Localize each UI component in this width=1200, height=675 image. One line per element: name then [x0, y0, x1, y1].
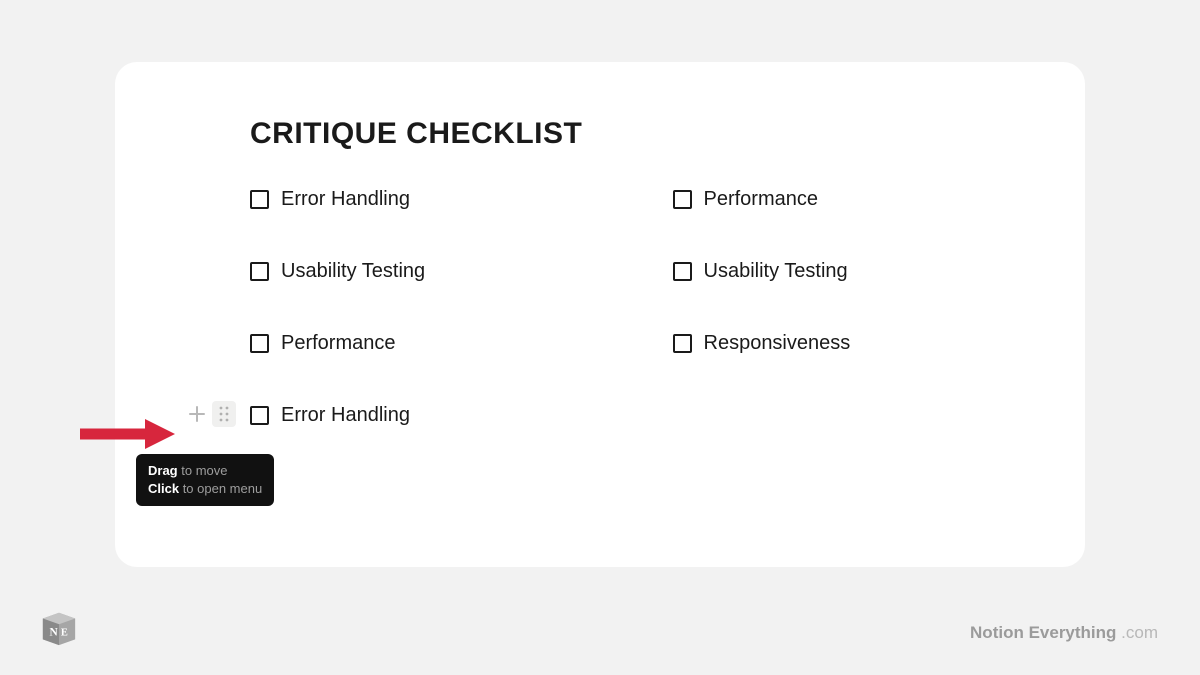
checkbox-icon[interactable] — [673, 190, 692, 209]
checkbox-icon[interactable] — [250, 190, 269, 209]
svg-text:E: E — [61, 628, 68, 639]
page-title: CRITIQUE CHECKLIST — [250, 117, 1085, 151]
checklist-item[interactable]: Error Handling — [250, 401, 663, 429]
checklist-label: Performance — [281, 332, 396, 355]
add-block-button[interactable] — [184, 401, 210, 427]
checklist-item[interactable]: Usability Testing — [250, 257, 663, 285]
checklist-item[interactable]: Usability Testing — [673, 257, 1086, 285]
footer-brand-name: Notion Everything — [970, 623, 1116, 642]
checklist-label: Responsiveness — [704, 332, 851, 355]
checkbox-icon[interactable] — [250, 262, 269, 281]
checklist-columns: Error Handling Usability Testing Perform… — [250, 185, 1085, 473]
checklist-col-left: Error Handling Usability Testing Perform… — [250, 185, 663, 473]
checkbox-icon[interactable] — [250, 334, 269, 353]
checkbox-icon[interactable] — [673, 334, 692, 353]
checklist-label: Error Handling — [281, 188, 410, 211]
drag-tooltip: Drag to move Click to open menu — [136, 454, 274, 506]
checklist-col-right: Performance Usability Testing Responsive… — [673, 185, 1086, 473]
checklist-label: Error Handling — [281, 404, 410, 427]
checklist-label: Usability Testing — [281, 260, 425, 283]
block-controls — [184, 401, 236, 427]
svg-text:N: N — [50, 627, 59, 639]
footer-brand: Notion Everything .com — [970, 623, 1158, 643]
checklist-item[interactable]: Responsiveness — [673, 329, 1086, 357]
footer-brand-domain: .com — [1116, 623, 1158, 642]
checklist-item[interactable]: Performance — [673, 185, 1086, 213]
checklist-label: Usability Testing — [704, 260, 848, 283]
plus-icon — [188, 405, 206, 423]
checklist-item[interactable]: Performance — [250, 329, 663, 357]
tooltip-line: Click to open menu — [148, 480, 262, 498]
brand-logo-icon: N E — [40, 609, 78, 647]
checklist-label: Performance — [704, 188, 819, 211]
checklist-item[interactable]: Error Handling — [250, 185, 663, 213]
tooltip-line: Drag to move — [148, 462, 262, 480]
checkbox-icon[interactable] — [250, 406, 269, 425]
drag-handle-icon — [218, 405, 230, 423]
drag-handle[interactable] — [212, 401, 236, 427]
checkbox-icon[interactable] — [673, 262, 692, 281]
